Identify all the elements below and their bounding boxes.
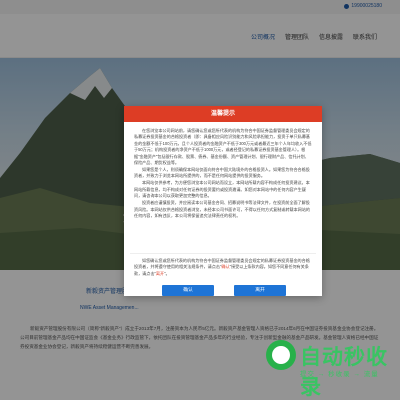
watermark-logo-icon <box>266 340 296 370</box>
modal-title: 温馨提示 <box>124 106 322 122</box>
modal-body: 在您浏览本公司网站前，请您确认您或您所代表的机构为符合中国证券监督管理委员会规定… <box>124 122 322 219</box>
watermark-slogan: 提交 → 秒收录 → 流量 <box>300 371 379 378</box>
agree-button[interactable]: 确认 <box>162 285 214 296</box>
modal-paragraph: 在您浏览本公司网站前，请您确认您或您所代表的机构为符合中国证券监督管理委员会规定… <box>134 128 312 166</box>
notice-modal: 温馨提示 在您浏览本公司网站前，请您确认您或您所代表的机构为符合中国证券监督管理… <box>124 106 322 296</box>
modal-paragraph: 投资者应谨慎投资，并应阅读本公司基金合同、招募说明书等法律文件，在投资前全面了解… <box>134 200 311 219</box>
modal-paragraph: 本网站仅供参考，为方便您浏览本公司网站而设立，本网站所载内容不构成任何投资建议。… <box>134 180 310 199</box>
watermark: 自动秒收录 提交 → 秒收录 → 流量 <box>266 333 396 399</box>
leave-button[interactable]: 离开 <box>234 285 286 296</box>
modal-confirm-text: 如您确认您或您所代表的机构为符合中国证券监督管理委员会规定的私募证券投资基金的合… <box>134 258 312 277</box>
confirm-text-part: "。 <box>164 270 170 276</box>
modal-paragraph: 如果您是个人，则须确保本网站仅面向符合中国大陆境外的合格投资人。如果您为符合合格… <box>134 167 310 179</box>
confirm-highlight-leave: 离开 <box>155 270 165 276</box>
confirm-highlight-agree: 确认 <box>221 264 230 270</box>
modal-divider <box>130 253 316 254</box>
